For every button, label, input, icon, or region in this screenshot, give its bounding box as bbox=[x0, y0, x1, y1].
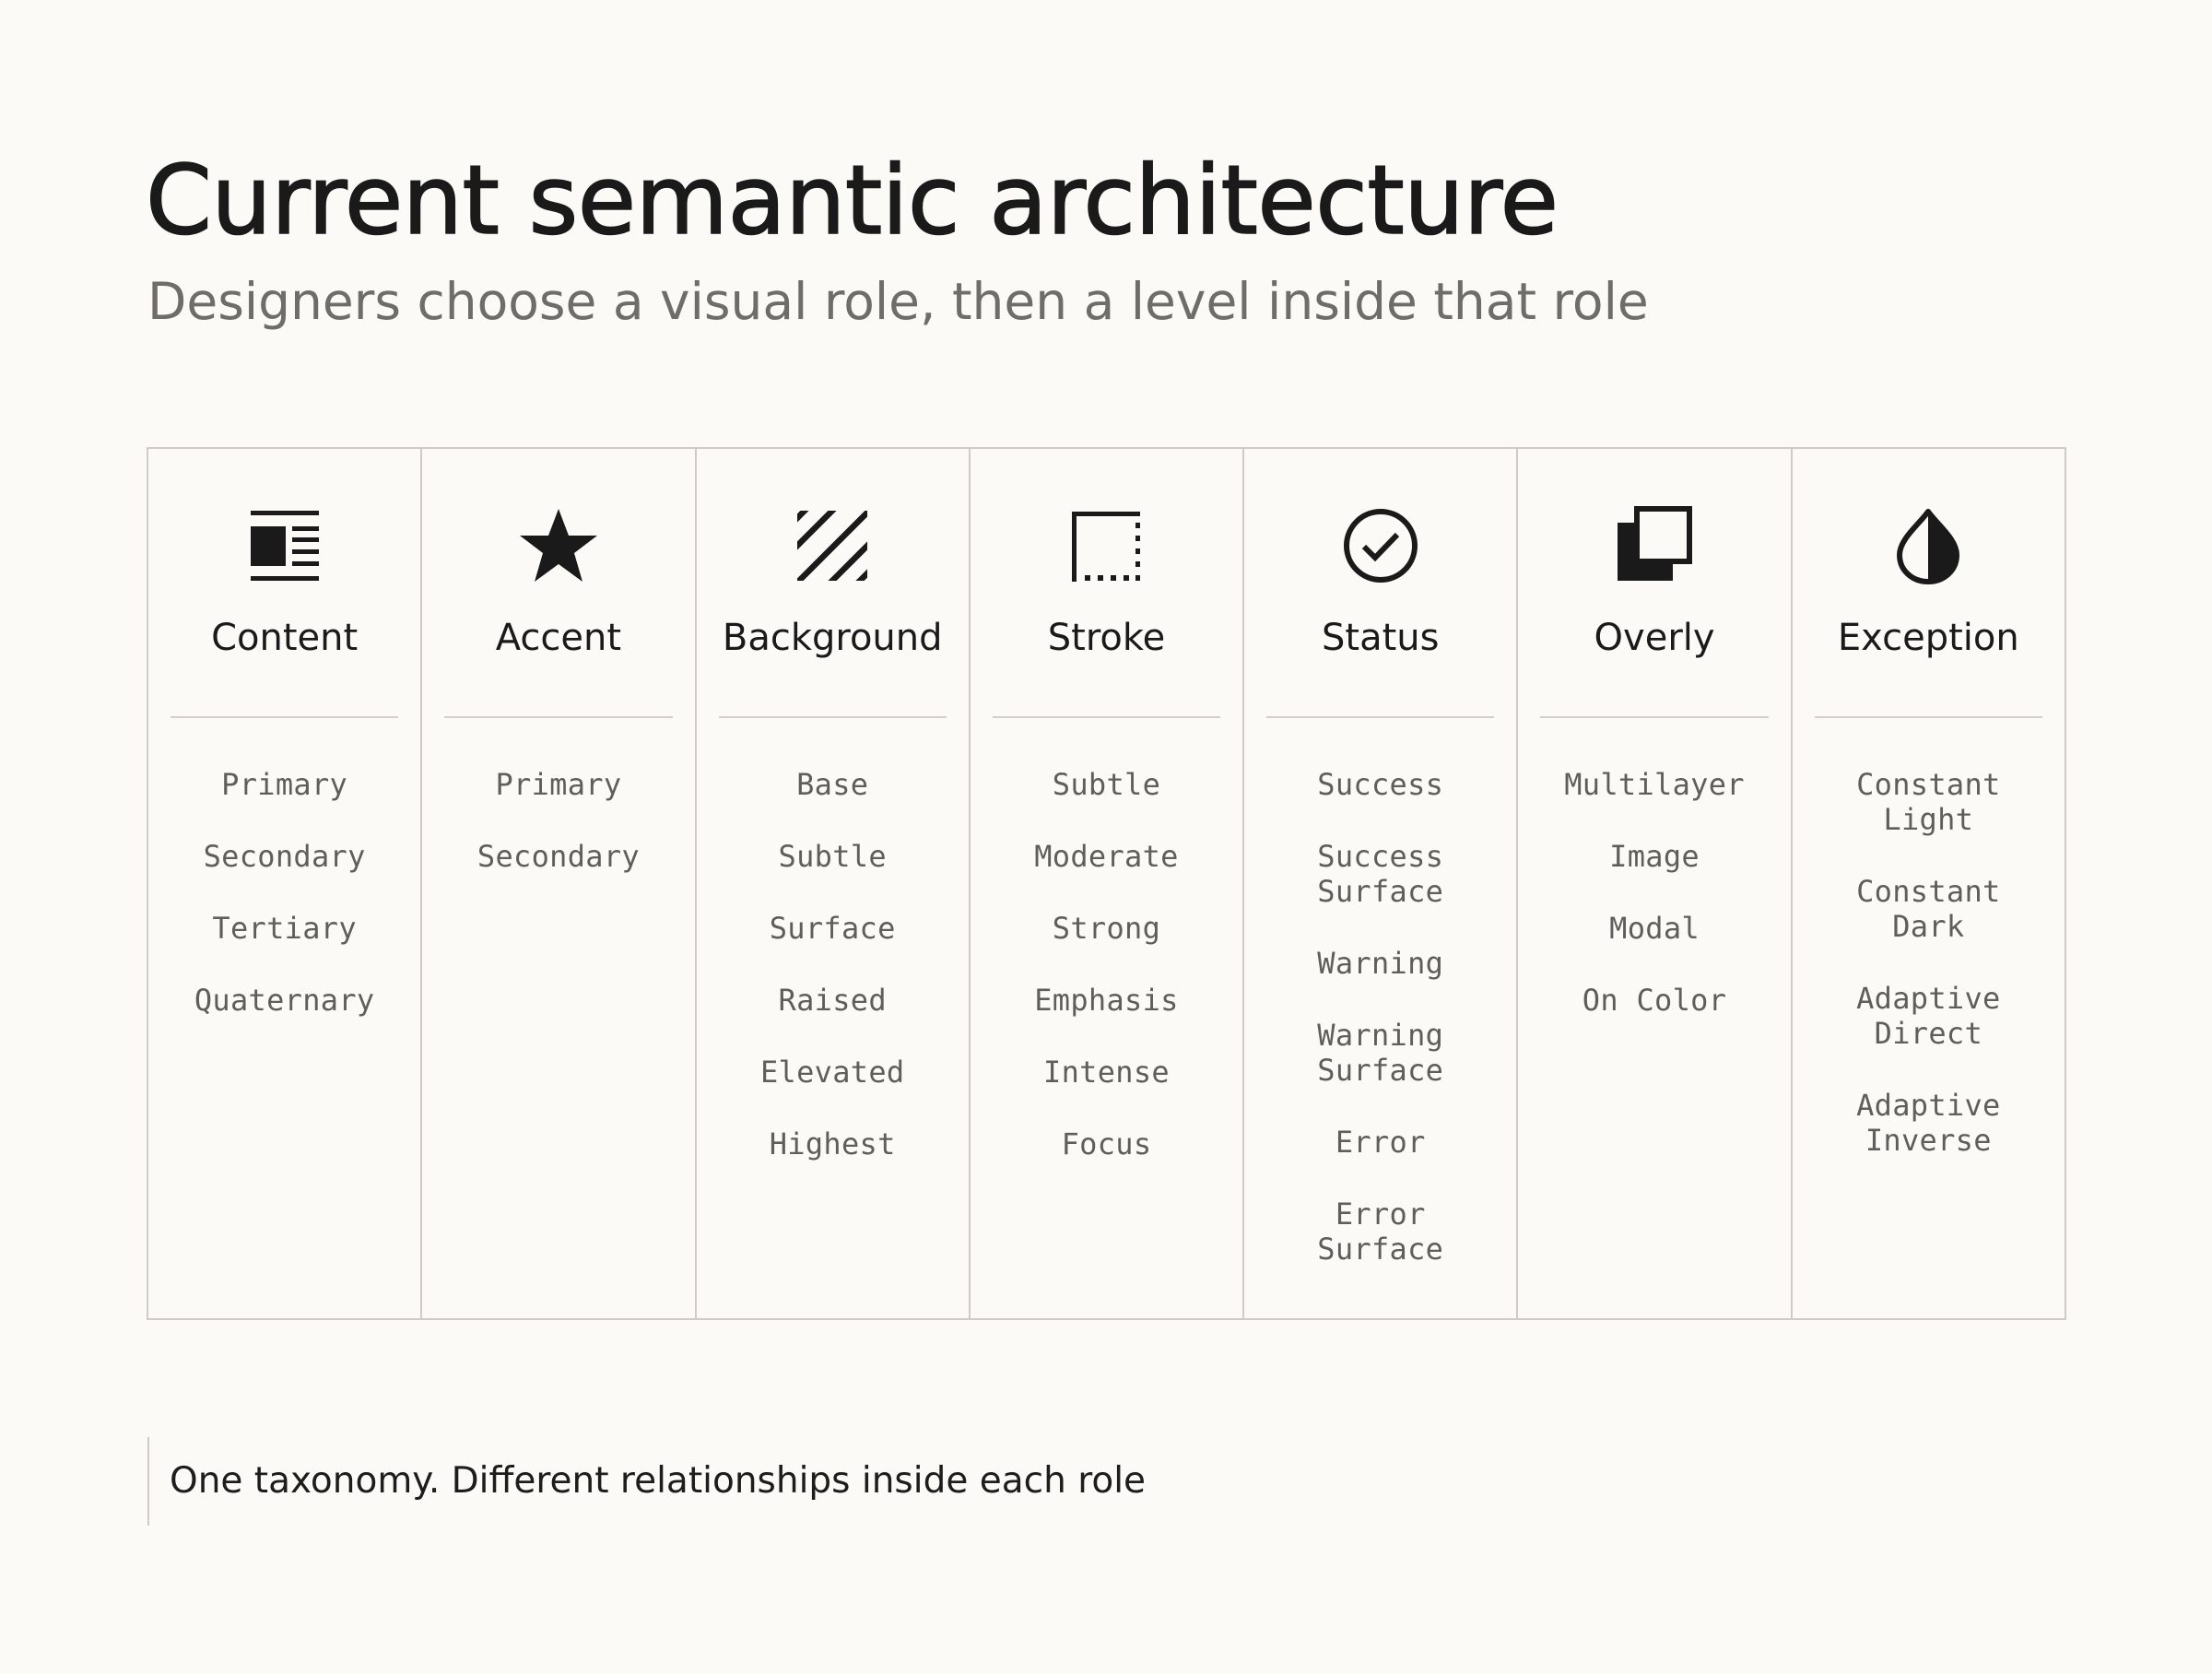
diagonal-hatch-icon bbox=[791, 504, 874, 587]
text-block-icon bbox=[243, 504, 326, 587]
role-name: Overly bbox=[1594, 617, 1715, 659]
level-item: Error bbox=[1335, 1125, 1426, 1160]
level-item: Adaptive Inverse bbox=[1856, 1088, 2001, 1158]
level-item: Success bbox=[1317, 767, 1444, 802]
role-column-overly: Overly Multilayer Image Modal On Color bbox=[1518, 449, 1793, 1318]
level-item: Focus bbox=[1061, 1126, 1152, 1161]
level-item: Elevated bbox=[759, 1055, 905, 1090]
role-name: Exception bbox=[1837, 617, 2019, 659]
level-list: Base Subtle Surface Raised Elevated High… bbox=[706, 767, 959, 1198]
level-item: Base bbox=[796, 767, 869, 802]
level-item: Raised bbox=[778, 983, 887, 1018]
level-item: Secondary bbox=[477, 839, 640, 874]
level-item: Strong bbox=[1052, 911, 1161, 946]
role-name: Background bbox=[722, 617, 943, 659]
role-name: Content bbox=[211, 617, 359, 659]
level-item: Warning Surface bbox=[1317, 1018, 1444, 1088]
divider bbox=[992, 716, 1221, 718]
role-column-exception: Exception Constant Light Constant Dark A… bbox=[1793, 449, 2065, 1318]
level-item: On Color bbox=[1582, 983, 1727, 1018]
level-item: Modal bbox=[1609, 911, 1700, 946]
stacked-layers-icon bbox=[1613, 504, 1696, 587]
role-name: Stroke bbox=[1047, 617, 1166, 659]
level-item: Subtle bbox=[1052, 767, 1161, 802]
level-item: Highest bbox=[769, 1126, 896, 1161]
level-item: Image bbox=[1609, 839, 1700, 874]
level-list: Primary Secondary bbox=[431, 767, 685, 911]
level-item: Moderate bbox=[1034, 839, 1179, 874]
divider bbox=[1540, 716, 1769, 718]
divider bbox=[1814, 716, 2042, 718]
level-item: Multilayer bbox=[1564, 767, 1745, 802]
divider bbox=[1266, 716, 1495, 718]
level-list: Subtle Moderate Strong Emphasis Intense … bbox=[980, 767, 1233, 1198]
level-list: Primary Secondary Tertiary Quaternary bbox=[158, 767, 411, 1055]
role-name: Status bbox=[1322, 617, 1440, 659]
level-item: Tertiary bbox=[212, 911, 357, 946]
footer-callout: One taxonomy. Different relationships in… bbox=[147, 1437, 1146, 1526]
level-item: Adaptive Direct bbox=[1856, 981, 2001, 1051]
level-list: Success Success Surface Warning Warning … bbox=[1253, 767, 1507, 1303]
level-item: Subtle bbox=[778, 839, 887, 874]
level-item: Emphasis bbox=[1034, 983, 1179, 1018]
half-drop-icon bbox=[1887, 504, 1970, 587]
role-name: Accent bbox=[495, 617, 622, 659]
level-item: Intense bbox=[1043, 1055, 1170, 1090]
role-column-content: Content Primary Secondary Tertiary Quate… bbox=[148, 449, 423, 1318]
role-column-background: Background Base Subtle Surface Raised El… bbox=[697, 449, 971, 1318]
role-column-stroke: Stroke Subtle Moderate Strong Emphasis I… bbox=[971, 449, 1245, 1318]
divider bbox=[444, 716, 673, 718]
level-list: Constant Light Constant Dark Adaptive Di… bbox=[1802, 767, 2055, 1195]
level-item: Primary bbox=[495, 767, 622, 802]
level-item: Success Surface bbox=[1317, 839, 1444, 909]
role-column-accent: Accent Primary Secondary bbox=[422, 449, 697, 1318]
role-taxonomy-table: Content Primary Secondary Tertiary Quate… bbox=[147, 447, 2066, 1320]
role-column-status: Status Success Success Surface Warning W… bbox=[1244, 449, 1519, 1318]
level-item: Warning bbox=[1317, 946, 1444, 981]
star-icon bbox=[517, 504, 600, 587]
divider bbox=[718, 716, 947, 718]
level-item: Quaternary bbox=[194, 983, 375, 1018]
level-item: Primary bbox=[221, 767, 348, 802]
level-item: Surface bbox=[769, 911, 896, 946]
level-item: Secondary bbox=[203, 839, 366, 874]
level-item: Constant Light bbox=[1856, 767, 2001, 837]
partial-border-icon bbox=[1065, 504, 1147, 587]
divider bbox=[171, 716, 399, 718]
level-list: Multilayer Image Modal On Color bbox=[1527, 767, 1781, 1055]
footer-note: One taxonomy. Different relationships in… bbox=[170, 1460, 1147, 1502]
level-item: Error Surface bbox=[1317, 1197, 1444, 1267]
level-item: Constant Dark bbox=[1856, 874, 2001, 944]
page-subtitle: Designers choose a visual role, then a l… bbox=[147, 272, 1649, 331]
page-title: Current semantic architecture bbox=[145, 145, 1559, 257]
check-circle-icon bbox=[1339, 504, 1422, 587]
